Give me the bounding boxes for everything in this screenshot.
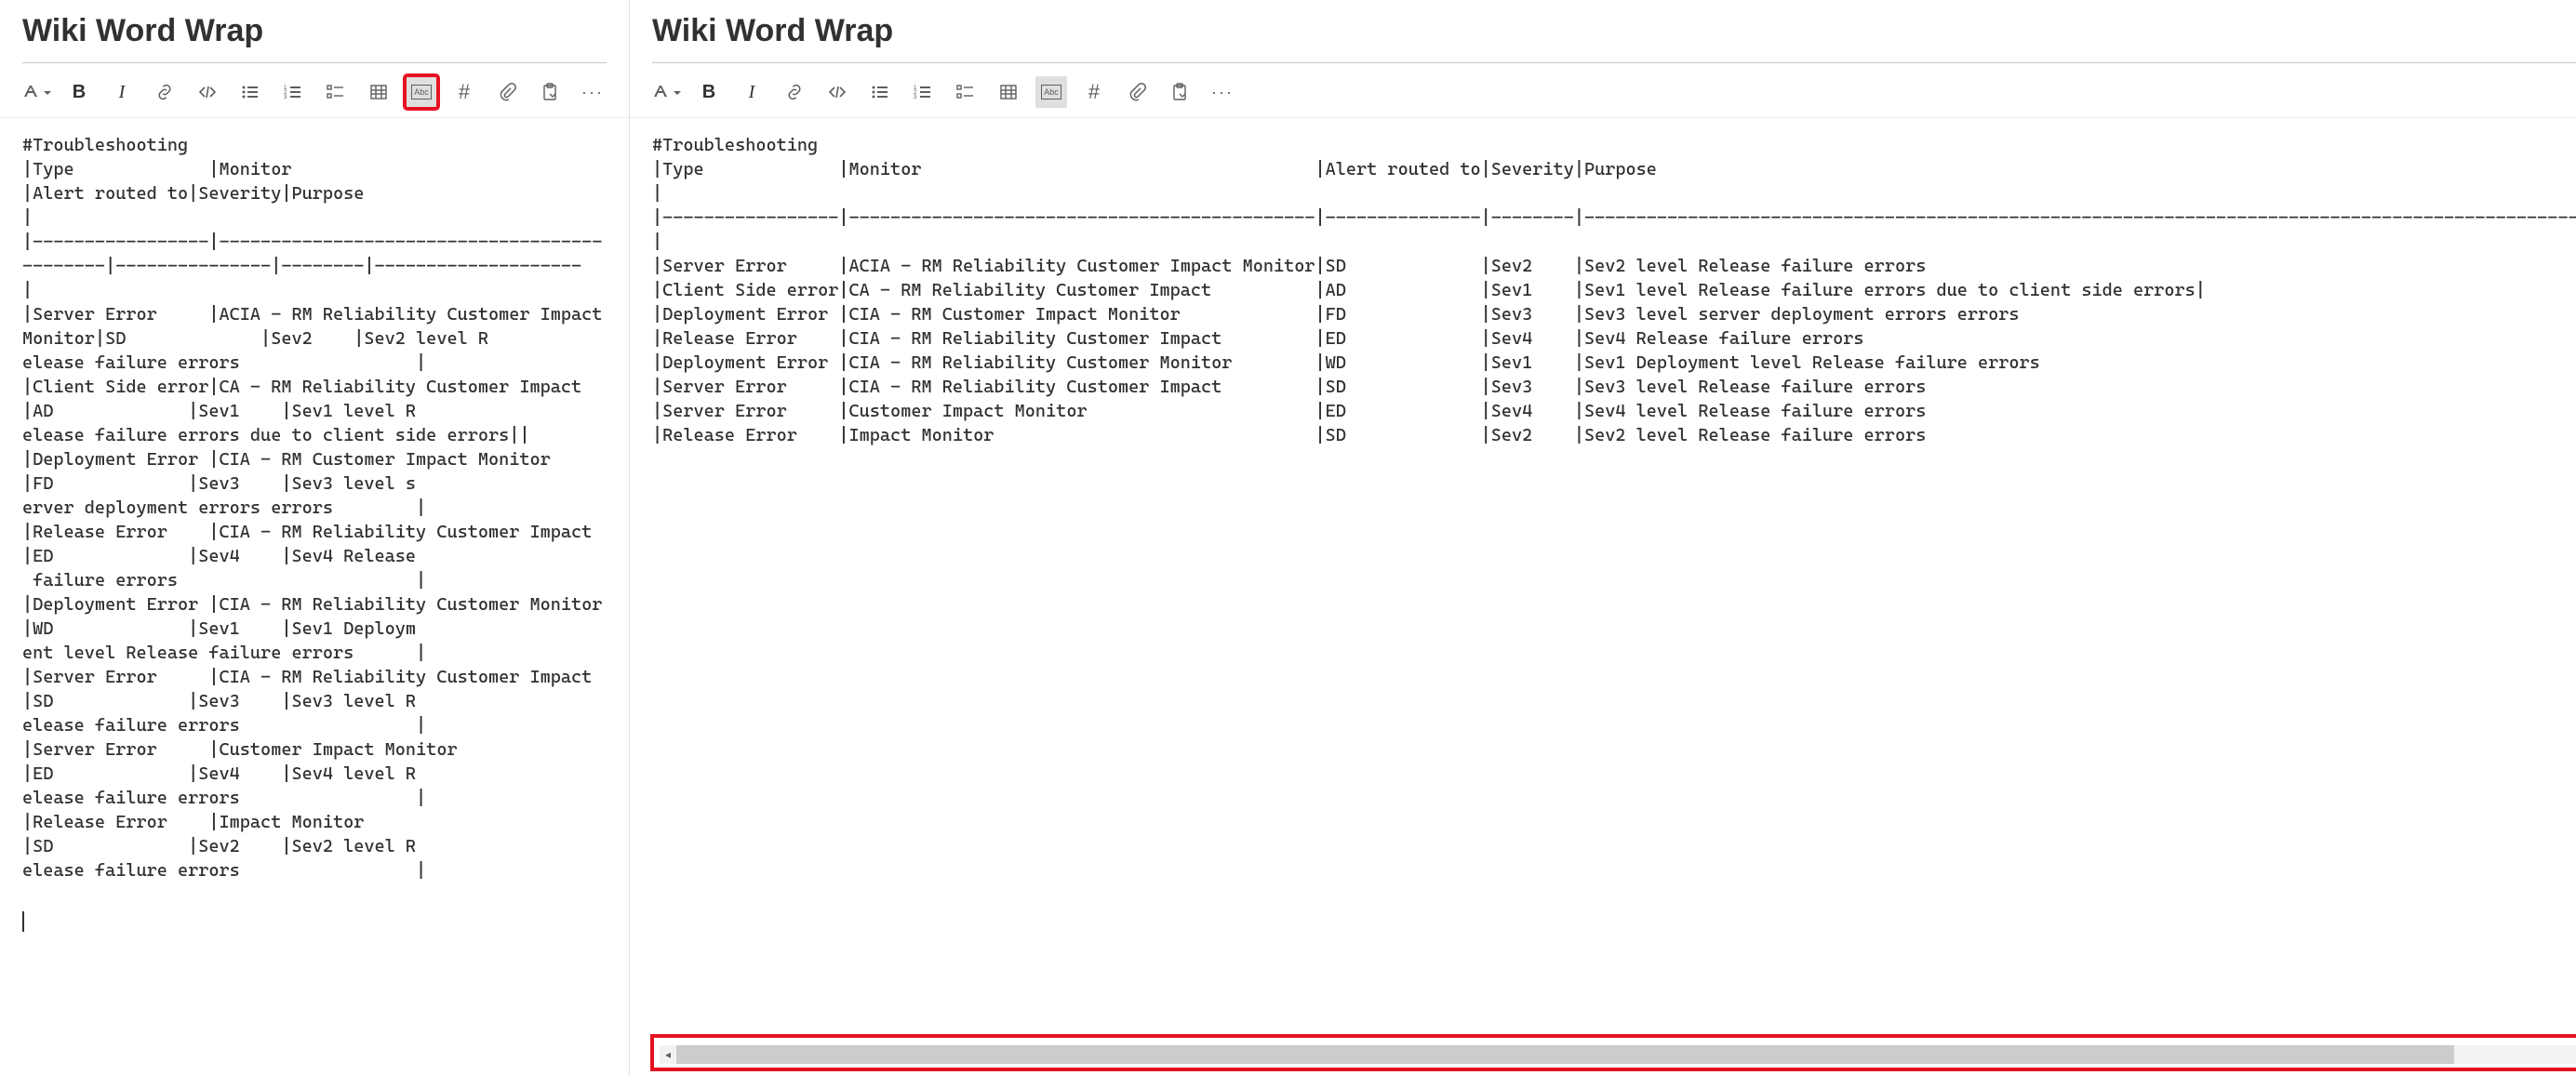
italic-button[interactable]: I [106,76,138,108]
scroll-track[interactable] [676,1045,2576,1064]
editor-pane-right: Wiki Word Wrap B I 123 Abc # ··· #Troubl… [630,0,2576,1075]
more-button[interactable]: ··· [1207,76,1238,108]
text-cursor [22,911,24,932]
scroll-thumb[interactable] [676,1045,2454,1064]
number-list-button[interactable]: 123 [907,76,939,108]
link-button[interactable] [779,76,810,108]
bullet-list-button[interactable] [234,76,266,108]
link-button[interactable] [149,76,180,108]
mention-button[interactable]: # [1078,76,1110,108]
markdown-text: #Troubleshooting |Type |Monitor |Alert r… [652,133,2576,447]
scrollbar-highlight: ◂ ▸ [650,1034,2576,1071]
table-button[interactable] [363,76,394,108]
table-button[interactable] [993,76,1024,108]
word-wrap-button[interactable]: Abc [1035,76,1067,108]
editor-content-wrapped[interactable]: #Troubleshooting |Type |Monitor |Alert r… [0,118,629,1075]
bold-button[interactable]: B [693,76,725,108]
more-button[interactable]: ··· [577,76,608,108]
horizontal-scrollbar[interactable]: ◂ ▸ [660,1045,2576,1064]
editor-content-nowrap[interactable]: #Troubleshooting |Type |Monitor |Alert r… [630,118,2576,1075]
markdown-text: #Troubleshooting |Type |Monitor |Alert r… [22,133,607,883]
code-button[interactable] [192,76,223,108]
toolbar: B I 123 Abc # ··· [630,71,2576,118]
attach-button[interactable] [1121,76,1153,108]
format-dropdown[interactable] [650,76,682,108]
bullet-list-button[interactable] [864,76,896,108]
editor-pane-left: Wiki Word Wrap B I 123 Abc # ··· #Troubl… [0,0,630,1075]
page-title[interactable]: Wiki Word Wrap [652,13,2576,49]
italic-button[interactable]: I [736,76,767,108]
toolbar: B I 123 Abc # ··· [0,71,629,118]
checklist-button[interactable] [950,76,981,108]
checklist-button[interactable] [320,76,352,108]
paste-button[interactable] [534,76,566,108]
page-title[interactable]: Wiki Word Wrap [22,13,607,49]
paste-button[interactable] [1164,76,1195,108]
word-wrap-button[interactable]: Abc [406,76,437,108]
mention-button[interactable]: # [448,76,480,108]
attach-button[interactable] [491,76,523,108]
code-button[interactable] [821,76,853,108]
format-dropdown[interactable] [20,76,52,108]
svg-text:3: 3 [284,95,287,100]
bold-button[interactable]: B [63,76,95,108]
scroll-left-arrow[interactable]: ◂ [660,1048,676,1061]
number-list-button[interactable]: 123 [277,76,309,108]
svg-text:3: 3 [914,95,917,100]
